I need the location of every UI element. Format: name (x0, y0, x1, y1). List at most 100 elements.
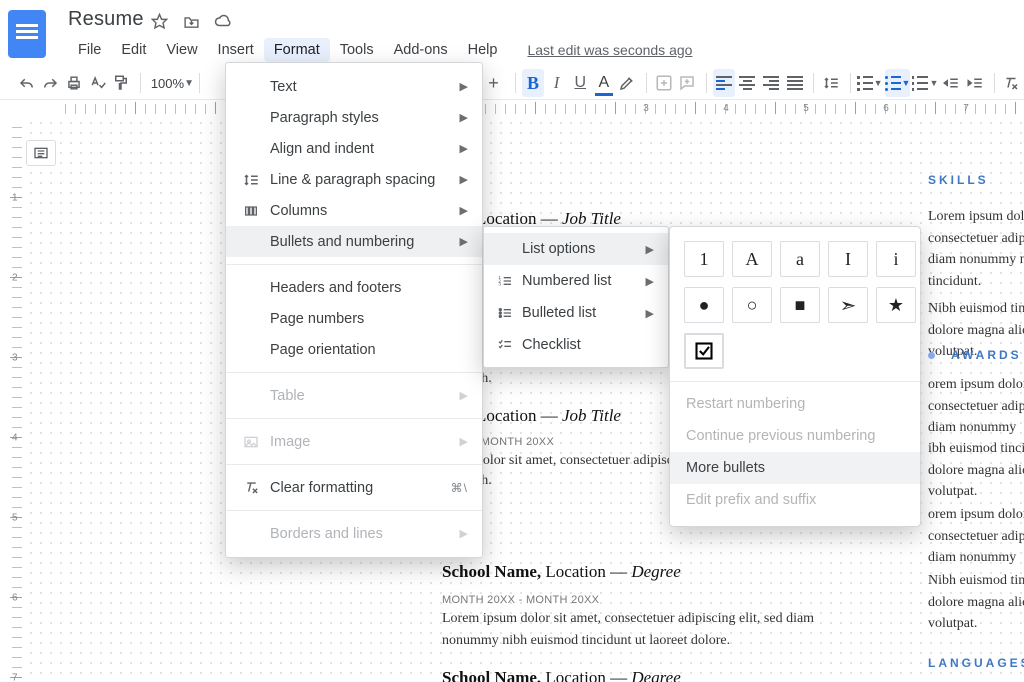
menu-item-label: Page numbers (266, 311, 468, 327)
submenu-arrow-icon: ▶ (460, 80, 468, 93)
menu-addons[interactable]: Add-ons (384, 38, 458, 62)
italic-button[interactable]: I (546, 69, 568, 97)
insert-link-button[interactable] (653, 69, 675, 97)
bullet-style-option[interactable]: ● (684, 287, 724, 323)
list-options-item[interactable]: More bullets (670, 452, 920, 484)
cloud-status-icon[interactable] (214, 12, 232, 30)
doc-title[interactable]: Resume (68, 8, 144, 31)
align-left-button[interactable] (713, 69, 735, 97)
font-size-increase[interactable]: + (479, 69, 507, 97)
clear-formatting-toolbar-button[interactable] (1000, 69, 1022, 97)
last-edit-link[interactable]: Last edit was seconds ago (527, 42, 692, 58)
menu-file[interactable]: File (68, 38, 111, 62)
toolbar: 100%▼ − 9 + B I U A ▼ ▼ (0, 66, 1024, 100)
bullet-style-option[interactable]: ➣ (828, 287, 868, 323)
format-menu-item[interactable]: Paragraph styles▶ (226, 102, 482, 133)
menu-bar: File Edit View Insert Format Tools Add-o… (68, 36, 692, 64)
menu-insert[interactable]: Insert (208, 38, 264, 62)
submenu-arrow-icon: ▶ (460, 142, 468, 155)
menu-view[interactable]: View (156, 38, 207, 62)
format-menu-item[interactable]: Line & paragraph spacing▶ (226, 164, 482, 195)
columns-icon (236, 204, 266, 218)
align-justify-button[interactable] (784, 69, 806, 97)
decrease-indent-button[interactable] (940, 69, 962, 97)
menu-item-label: Bullets and numbering (266, 234, 460, 250)
menu-help[interactable]: Help (458, 38, 508, 62)
redo-button[interactable] (40, 69, 62, 97)
zoom-select[interactable]: 100%▼ (147, 76, 193, 91)
bulleted-list-icon (492, 306, 518, 320)
highlight-button[interactable] (617, 69, 639, 97)
paint-format-button[interactable] (110, 69, 132, 97)
menu-tools[interactable]: Tools (330, 38, 384, 62)
format-menu-panel: Text▶Paragraph styles▶Align and indent▶L… (225, 62, 483, 558)
format-menu-item[interactable]: Headers and footers (226, 272, 482, 303)
format-menu-item[interactable]: Bullets and numbering▶ (226, 226, 482, 257)
menu-item-label: Checklist (518, 337, 654, 353)
list-options-panel: 1AaIi●○■➣★Restart numberingContinue prev… (669, 226, 921, 527)
increase-indent-button[interactable] (964, 69, 986, 97)
submenu-arrow-icon: ▶ (460, 389, 468, 402)
move-to-folder-icon[interactable] (182, 12, 200, 30)
menu-item-label: Headers and footers (266, 280, 468, 296)
menu-item-label: List options (518, 241, 646, 257)
bold-button[interactable]: B (522, 69, 544, 97)
submenu-arrow-icon: ▶ (460, 173, 468, 186)
number-style-option[interactable]: A (732, 241, 772, 277)
spellcheck-button[interactable] (87, 69, 109, 97)
menu-edit[interactable]: Edit (111, 38, 156, 62)
document-outline-toggle[interactable] (26, 140, 56, 166)
doc-section-heading: AWARDS (951, 348, 1022, 362)
format-menu-item: Table▶ (226, 380, 482, 411)
undo-button[interactable] (16, 69, 38, 97)
bullet-style-option[interactable]: ○ (732, 287, 772, 323)
format-menu-item[interactable]: Columns▶ (226, 195, 482, 226)
add-comment-button[interactable] (677, 69, 699, 97)
menu-item-label: Bulleted list (518, 305, 646, 321)
number-style-option[interactable]: I (828, 241, 868, 277)
menu-item-label: Table (266, 388, 460, 404)
format-menu-item[interactable]: Page numbers (226, 303, 482, 334)
menu-item-label: Page orientation (266, 342, 468, 358)
horizontal-ruler[interactable]: 34567 (56, 100, 1024, 118)
print-button[interactable] (63, 69, 85, 97)
image-icon (236, 435, 266, 449)
number-style-option[interactable]: 1 (684, 241, 724, 277)
number-style-option[interactable]: a (780, 241, 820, 277)
bullets-submenu-item[interactable]: Checklist (484, 329, 668, 361)
menu-item-label: Align and indent (266, 141, 460, 157)
format-menu-item[interactable]: Text▶ (226, 71, 482, 102)
vertical-ruler[interactable]: 1234567 (8, 118, 26, 682)
checkbox-style-option[interactable] (684, 333, 724, 369)
bullets-submenu-item[interactable]: List options▶ (484, 233, 668, 265)
text-color-button[interactable]: A (593, 69, 615, 97)
bullet-style-option[interactable]: ★ (876, 287, 916, 323)
submenu-arrow-icon: ▶ (460, 235, 468, 248)
submenu-arrow-icon: ▶ (646, 307, 654, 320)
bullets-submenu-item[interactable]: Bulleted list▶ (484, 297, 668, 329)
menu-item-shortcut: ⌘\ (451, 481, 468, 495)
star-icon[interactable] (150, 12, 168, 30)
bullet-style-option[interactable]: ■ (780, 287, 820, 323)
number-style-grid: 1AaIi (684, 241, 906, 277)
align-right-button[interactable] (760, 69, 782, 97)
format-menu-item[interactable]: Clear formatting⌘\ (226, 472, 482, 503)
align-center-button[interactable] (737, 69, 759, 97)
numbered-list-icon: 123 (492, 274, 518, 288)
number-style-option[interactable]: i (876, 241, 916, 277)
menu-item-label: Columns (266, 203, 460, 219)
bullets-submenu-item[interactable]: 123Numbered list▶ (484, 265, 668, 297)
checklist-button[interactable]: ▼ (857, 69, 883, 97)
menu-format[interactable]: Format (264, 38, 330, 62)
format-menu-item[interactable]: Page orientation (226, 334, 482, 365)
menu-item-label: Line & paragraph spacing (266, 172, 460, 188)
underline-button[interactable]: U (569, 69, 591, 97)
line-spacing-button[interactable] (820, 69, 842, 97)
format-menu-item[interactable]: Align and indent▶ (226, 133, 482, 164)
svg-text:3: 3 (498, 282, 501, 287)
numbered-list-button[interactable]: ▼ (912, 69, 938, 97)
menu-item-label: Clear formatting (266, 480, 451, 496)
line-spacing-icon (236, 172, 266, 188)
bulleted-list-button[interactable]: ▼ (885, 69, 911, 97)
submenu-arrow-icon: ▶ (460, 527, 468, 540)
